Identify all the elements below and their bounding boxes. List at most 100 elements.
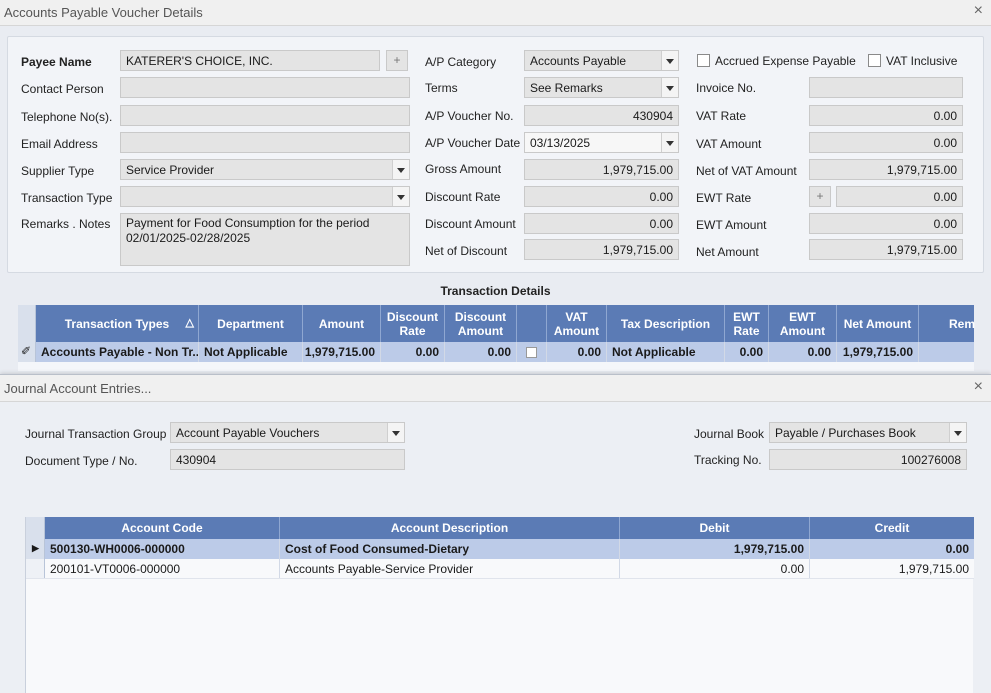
email-field[interactable]: [120, 132, 410, 153]
tracking-no-field[interactable]: 100276008: [769, 449, 967, 470]
column-header-amount[interactable]: Amount: [303, 305, 381, 342]
document-type-label: Document Type / No.: [25, 454, 138, 468]
journal-entries-window: Journal Account Entries... × Journal Tra…: [0, 374, 991, 693]
remarks-label: Remarks . Notes: [21, 217, 111, 231]
ewt-rate-field[interactable]: 0.00: [836, 186, 963, 207]
column-header-discount-amount[interactable]: Discount Amount: [445, 305, 517, 342]
column-header-net-amount[interactable]: Net Amount: [837, 305, 919, 342]
vat-rate-field[interactable]: 0.00: [809, 105, 963, 126]
table-row[interactable]: 200101-VT0006-000000 Accounts Payable-Se…: [26, 559, 974, 579]
column-header-discount-rate[interactable]: Discount Rate: [381, 305, 445, 342]
row-indicator-header: [26, 517, 45, 539]
cell-account-code[interactable]: 500130-WH0006-000000: [45, 539, 280, 559]
ap-category-value: Accounts Payable: [530, 54, 627, 68]
net-amount-field[interactable]: 1,979,715.00: [809, 239, 963, 260]
contact-person-field[interactable]: [120, 77, 410, 98]
column-header-debit[interactable]: Debit: [620, 517, 810, 539]
cell-ewt-rate[interactable]: 0.00: [725, 342, 769, 362]
terms-select[interactable]: See Remarks: [524, 77, 679, 98]
transaction-details-grid: Transaction Types △ Department Amount Di…: [18, 305, 975, 371]
cell-net-amount[interactable]: 1,979,715.00: [837, 342, 919, 362]
column-header-transaction-types[interactable]: Transaction Types △: [36, 305, 199, 342]
title-bar: Journal Account Entries... ×: [0, 375, 991, 402]
discount-amount-label: Discount Amount: [425, 217, 516, 231]
column-header-department[interactable]: Department: [199, 305, 303, 342]
voucher-no-label: A/P Voucher No.: [425, 109, 514, 123]
cell-account-description[interactable]: Cost of Food Consumed-Dietary: [280, 539, 620, 559]
column-header-vat-amount[interactable]: VAT Amount: [547, 305, 607, 342]
cell-amount[interactable]: 1,979,715.00: [303, 342, 381, 362]
payee-name-field[interactable]: KATERER'S CHOICE, INC.: [120, 50, 380, 71]
discount-rate-field[interactable]: 0.00: [524, 186, 679, 207]
column-header-tax-description[interactable]: Tax Description: [607, 305, 725, 342]
cell-account-description[interactable]: Accounts Payable-Service Provider: [280, 559, 620, 578]
telephone-field[interactable]: [120, 105, 410, 126]
ewt-lookup-button[interactable]: +: [809, 186, 831, 207]
row-indicator: ▶: [26, 539, 45, 559]
cell-discount-amount[interactable]: 0.00: [445, 342, 517, 362]
remarks-textarea[interactable]: Payment for Food Consumption for the per…: [120, 213, 410, 266]
discount-rate-label: Discount Rate: [425, 190, 501, 204]
ap-category-label: A/P Category: [425, 55, 497, 69]
chevron-down-icon[interactable]: [949, 423, 966, 442]
journal-group-value: Account Payable Vouchers: [176, 426, 320, 440]
ap-category-select[interactable]: Accounts Payable: [524, 50, 679, 71]
table-row[interactable]: ✐ Accounts Payable - Non Tr... Not Appli…: [18, 342, 974, 362]
cell-remarks[interactable]: [919, 342, 974, 362]
column-header-ewt-rate[interactable]: EWT Rate: [725, 305, 769, 342]
journal-group-select[interactable]: Account Payable Vouchers: [170, 422, 405, 443]
cell-department[interactable]: Not Applicable: [199, 342, 303, 362]
cell-debit[interactable]: 0.00: [620, 559, 810, 578]
invoice-no-field[interactable]: [809, 77, 963, 98]
ewt-amount-field[interactable]: 0.00: [809, 213, 963, 234]
column-header-ewt-amount[interactable]: EWT Amount: [769, 305, 837, 342]
cell-debit[interactable]: 1,979,715.00: [620, 539, 810, 559]
vat-inclusive-checkbox[interactable]: [868, 54, 881, 67]
chevron-down-icon[interactable]: [661, 51, 678, 70]
close-icon[interactable]: ×: [974, 2, 983, 20]
gross-amount-field[interactable]: 1,979,715.00: [524, 159, 679, 180]
cell-account-code[interactable]: 200101-VT0006-000000: [45, 559, 280, 578]
column-header-account-description[interactable]: Account Description: [280, 517, 620, 539]
voucher-date-picker[interactable]: 03/13/2025: [524, 132, 679, 153]
journal-panel: Journal Transaction Group Account Payabl…: [0, 402, 991, 693]
cell-transaction-type[interactable]: Accounts Payable - Non Tr...: [36, 342, 199, 362]
vat-flag-checkbox[interactable]: [526, 346, 537, 358]
cell-credit[interactable]: 0.00: [810, 539, 974, 559]
vat-amount-field[interactable]: 0.00: [809, 132, 963, 153]
cell-vat-amount[interactable]: 0.00: [547, 342, 607, 362]
column-header-credit[interactable]: Credit: [810, 517, 974, 539]
accrued-expense-checkbox[interactable]: [697, 54, 710, 67]
cell-credit[interactable]: 1,979,715.00: [810, 559, 974, 578]
supplier-type-select[interactable]: Service Provider: [120, 159, 410, 180]
net-of-vat-field[interactable]: 1,979,715.00: [809, 159, 963, 180]
chevron-down-icon[interactable]: [392, 187, 409, 206]
close-icon[interactable]: ×: [974, 378, 983, 396]
edit-pencil-icon: ✐: [21, 344, 32, 358]
discount-amount-field[interactable]: 0.00: [524, 213, 679, 234]
window-title: Journal Account Entries...: [4, 381, 152, 396]
document-type-field[interactable]: 430904: [170, 449, 405, 470]
column-header-account-code[interactable]: Account Code: [45, 517, 280, 539]
vat-amount-label: VAT Amount: [696, 137, 762, 151]
cell-tax-description[interactable]: Not Applicable: [607, 342, 725, 362]
chevron-down-icon[interactable]: [661, 78, 678, 97]
net-of-discount-field[interactable]: 1,979,715.00: [524, 239, 679, 260]
voucher-no-field[interactable]: 430904: [524, 105, 679, 126]
chevron-down-icon[interactable]: [392, 160, 409, 179]
cell-ewt-amount[interactable]: 0.00: [769, 342, 837, 362]
payee-name-label: Payee Name: [21, 55, 92, 69]
tracking-no-label: Tracking No.: [694, 453, 762, 467]
cell-discount-rate[interactable]: 0.00: [381, 342, 445, 362]
row-indicator-header: [18, 305, 36, 342]
cell-vat-flag[interactable]: [517, 342, 547, 362]
transaction-type-select[interactable]: [120, 186, 410, 207]
payee-lookup-button[interactable]: +: [386, 50, 408, 71]
column-header-vat-flag[interactable]: [517, 305, 547, 342]
journal-book-select[interactable]: Payable / Purchases Book: [769, 422, 967, 443]
chevron-down-icon[interactable]: [661, 133, 678, 152]
column-header-remarks[interactable]: Rem: [919, 305, 991, 342]
table-row[interactable]: ▶ 500130-WH0006-000000 Cost of Food Cons…: [26, 539, 974, 559]
chevron-down-icon[interactable]: [387, 423, 404, 442]
sort-ascending-icon[interactable]: △: [186, 316, 194, 330]
